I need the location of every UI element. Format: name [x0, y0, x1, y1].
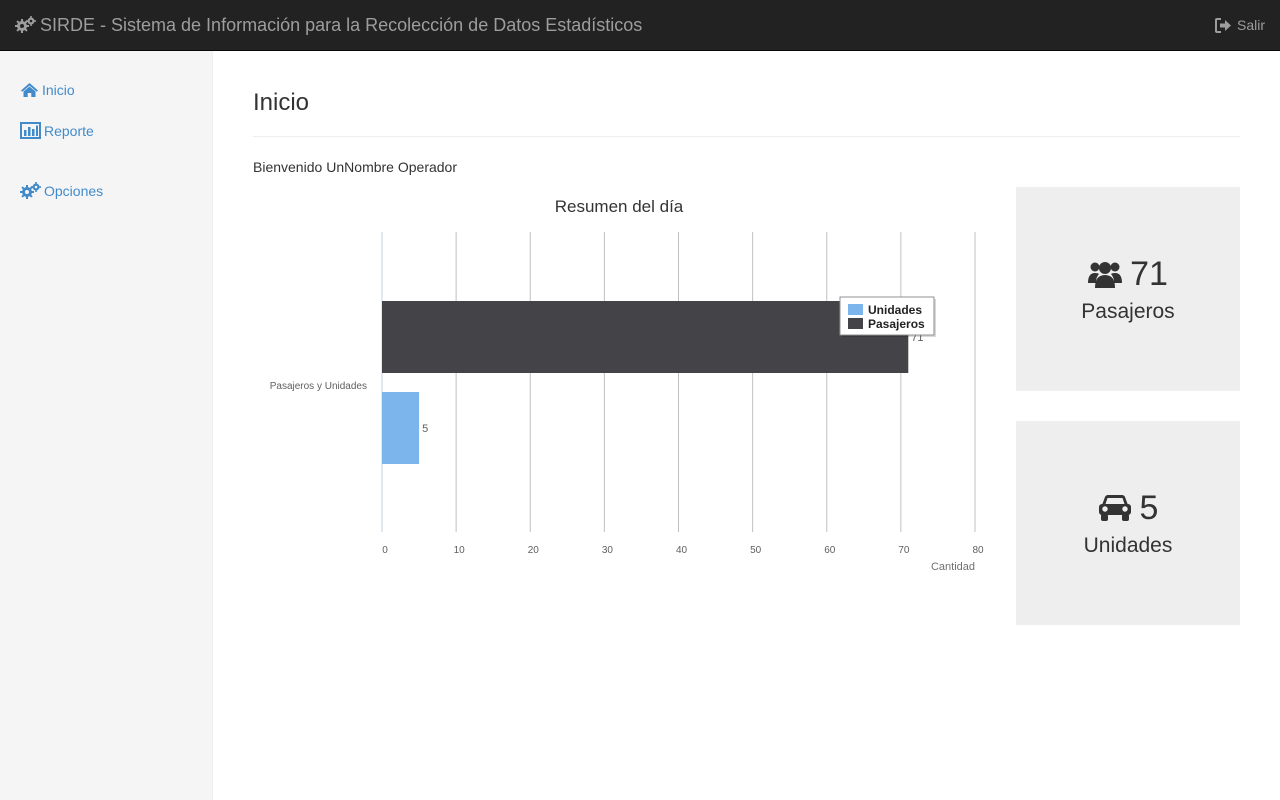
summary-chart: Resumen del día 0 10 20 30 40 50 60 70 80 Pasajero…	[253, 186, 1003, 586]
category-label: Pasajeros y Unidades	[270, 381, 367, 392]
welcome-prefix: Bienvenido	[253, 159, 323, 175]
stat-value: 71	[1130, 254, 1168, 293]
x-axis-title: Cantidad	[931, 561, 975, 573]
logout-label: Salir	[1236, 17, 1265, 33]
gears-icon	[20, 182, 41, 200]
bar-unidades	[382, 392, 420, 464]
chart-title: Resumen del día	[555, 197, 684, 216]
sidebar: Inicio Reporte Opciones	[0, 51, 213, 800]
app-title: SIRDE - Sistema de Información para la R…	[40, 14, 643, 35]
sidebar-item-opciones[interactable]: Opciones	[20, 182, 103, 200]
gears-icon	[15, 16, 36, 34]
stat-box-unidades: 5 Unidades	[1016, 421, 1240, 625]
sidebar-item-label: Inicio	[42, 82, 75, 98]
legend-swatch	[848, 304, 863, 315]
x-tick-label: 30	[602, 545, 614, 556]
stat-line: 71	[1088, 255, 1168, 294]
sign-out-icon	[1214, 17, 1232, 33]
chart-svg: Resumen del día 0 10 20 30 40 50 60 70 80 Pasajero…	[270, 197, 984, 573]
x-tick-label: 70	[898, 545, 910, 556]
x-tick-label: 60	[824, 545, 836, 556]
sidebar-item-label: Opciones	[44, 183, 104, 199]
divider	[253, 136, 1240, 137]
page-title: Inicio	[253, 89, 310, 116]
stat-label: Pasajeros	[1081, 299, 1175, 323]
x-tick-label: 20	[528, 545, 540, 556]
welcome-message: Bienvenido UnNombre Operador	[253, 159, 461, 175]
top-navbar: SIRDE - Sistema de Información para la R…	[0, 0, 1280, 51]
legend-label: Pasajeros	[868, 317, 925, 331]
bar-chart-icon	[20, 122, 41, 139]
stat-box-pasajeros: 71 Pasajeros	[1016, 187, 1240, 391]
brand[interactable]: SIRDE - Sistema de Información para la R…	[15, 0, 642, 50]
home-icon	[20, 82, 39, 98]
x-tick-label: 10	[454, 545, 466, 556]
x-tick-label: 50	[750, 545, 762, 556]
operator-name: UnNombre Operador	[326, 159, 458, 175]
sidebar-item-label: Reporte	[44, 122, 94, 139]
legend-label: Unidades	[868, 303, 922, 317]
sidebar-item-inicio[interactable]: Inicio	[20, 82, 75, 98]
stat-line: 5	[1098, 488, 1159, 528]
car-icon	[1098, 494, 1132, 522]
legend-swatch	[848, 318, 863, 329]
x-tick-label: 40	[676, 545, 688, 556]
data-label: 5	[422, 423, 428, 435]
stat-label: Unidades	[1083, 533, 1173, 557]
bar-pasajeros	[382, 301, 909, 373]
stat-value: 5	[1139, 488, 1159, 527]
x-tick-label: 80	[972, 545, 984, 556]
sidebar-item-reporte[interactable]: Reporte	[20, 122, 94, 139]
logout-link[interactable]: Salir	[1214, 0, 1265, 50]
users-icon	[1088, 259, 1123, 289]
x-tick-label: 0	[382, 545, 388, 556]
